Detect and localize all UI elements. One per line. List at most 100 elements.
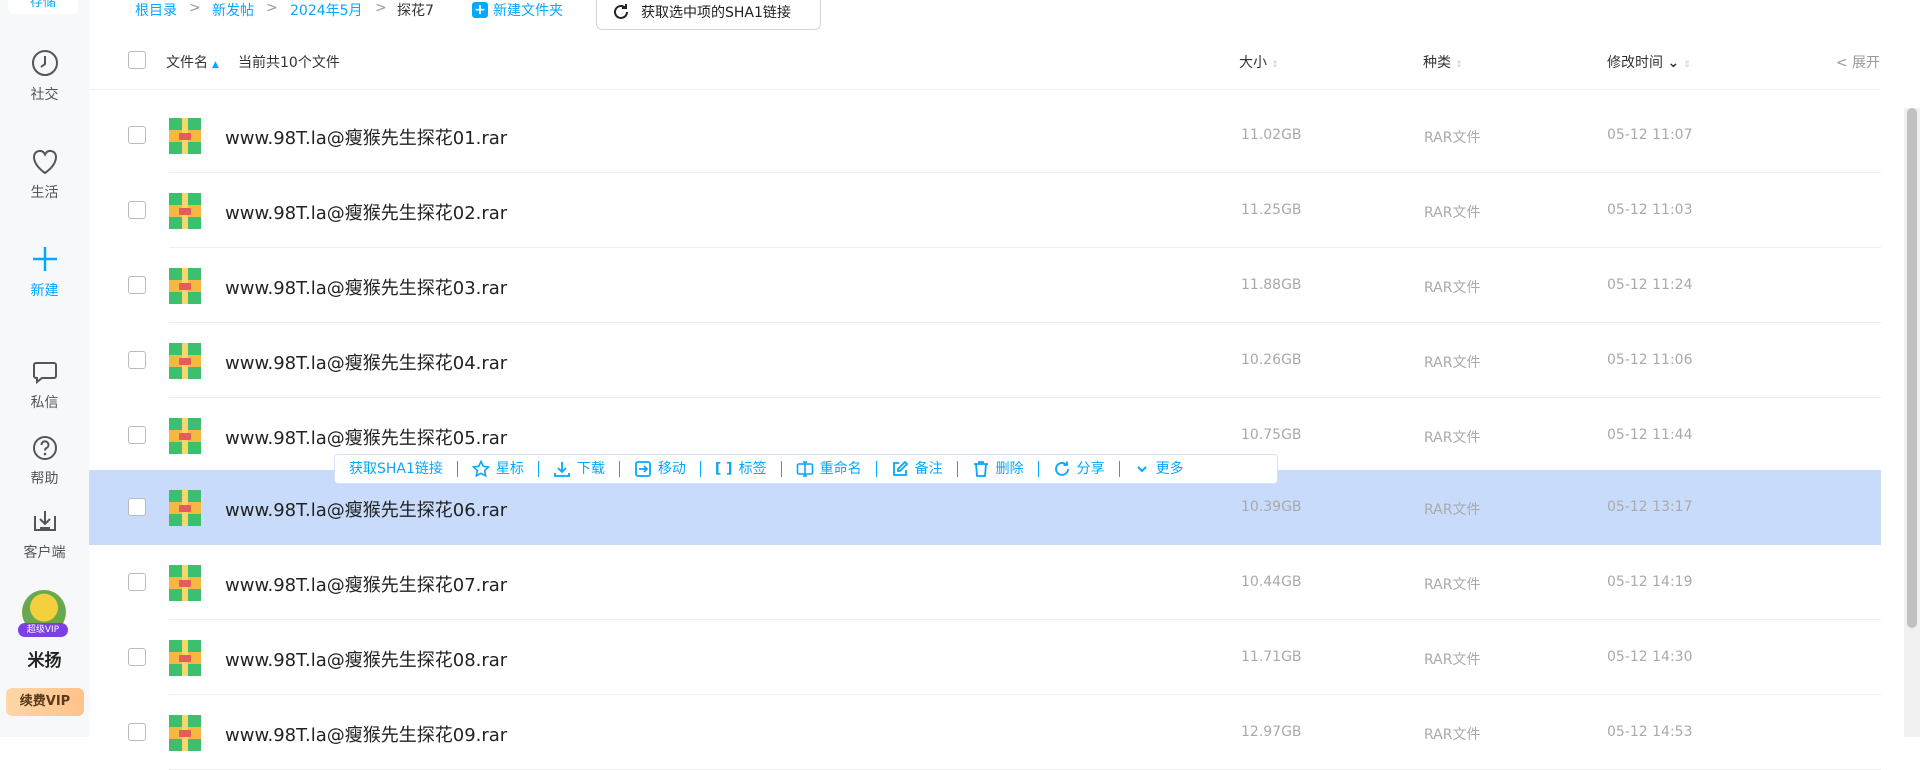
- sidebar-item-messages[interactable]: 私信: [0, 358, 89, 412]
- sidebar-item-life[interactable]: 生活: [0, 146, 89, 202]
- file-mtime: 05-12 14:53: [1607, 724, 1693, 740]
- file-name[interactable]: www.98T.la@瘦猴先生探花04.rar: [225, 349, 507, 375]
- breadcrumb-root[interactable]: 根目录: [135, 0, 177, 20]
- file-name[interactable]: www.98T.la@瘦猴先生探花09.rar: [225, 721, 507, 747]
- action-share[interactable]: 分享: [1039, 461, 1120, 477]
- rar-file-icon: [169, 490, 201, 526]
- refresh-icon: [614, 4, 628, 19]
- action-label: 删除: [995, 461, 1024, 477]
- clock-icon: [31, 50, 58, 76]
- file-mtime: 05-12 13:17: [1607, 499, 1693, 515]
- action-download[interactable]: 下载: [539, 461, 620, 477]
- chevron-right-icon: >: [189, 0, 201, 16]
- file-row[interactable]: www.98T.la@瘦猴先生探花09.rar 12.97GB RAR文件 05-12…: [89, 695, 1881, 770]
- file-type: RAR文件: [1424, 355, 1481, 371]
- chevron-down-icon: [1136, 466, 1147, 473]
- file-name[interactable]: www.98T.la@瘦猴先生探花07.rar: [225, 571, 507, 597]
- breadcrumb-item[interactable]: 新发帖: [212, 0, 254, 20]
- file-row[interactable]: www.98T.la@瘦猴先生探花07.rar 10.44GB RAR文件 05-12…: [89, 545, 1881, 620]
- action-label: 备注: [914, 461, 943, 477]
- file-type: RAR文件: [1424, 430, 1481, 446]
- file-type: RAR文件: [1424, 130, 1481, 146]
- row-checkbox[interactable]: [128, 201, 146, 219]
- sort-icon: ⇕: [1683, 60, 1691, 70]
- file-name[interactable]: www.98T.la@瘦猴先生探花06.rar: [225, 496, 507, 522]
- header-size-label: 大小: [1239, 55, 1267, 71]
- expand-button[interactable]: < 展开: [1836, 52, 1880, 72]
- file-type: RAR文件: [1424, 577, 1481, 593]
- file-name[interactable]: www.98T.la@瘦猴先生探花08.rar: [225, 646, 507, 672]
- header-size[interactable]: 大小 ⇕: [1239, 52, 1279, 72]
- file-row[interactable]: www.98T.la@瘦猴先生探花04.rar 10.26GB RAR文件 05-12…: [89, 323, 1881, 398]
- file-mtime: 05-12 11:44: [1607, 427, 1693, 443]
- sidebar-item-social[interactable]: 社交: [0, 48, 89, 104]
- action-label: 标签: [738, 461, 767, 477]
- action-delete[interactable]: 删除: [958, 461, 1039, 477]
- renew-vip-button[interactable]: 续费VIP: [6, 688, 84, 716]
- row-checkbox[interactable]: [128, 426, 146, 444]
- file-size: 11.02GB: [1241, 127, 1302, 143]
- file-mtime: 05-12 11:07: [1607, 127, 1693, 143]
- select-all-checkbox[interactable]: [128, 51, 146, 69]
- action-star[interactable]: 星标: [458, 460, 539, 478]
- sidebar-item-label: 新建: [30, 283, 59, 299]
- action-tag[interactable]: [ ] 标签: [701, 461, 782, 477]
- rar-file-icon: [169, 418, 201, 454]
- row-checkbox[interactable]: [128, 351, 146, 369]
- new-folder-button[interactable]: + 新建文件夹: [472, 0, 563, 20]
- file-row[interactable]: www.98T.la@瘦猴先生探花08.rar 11.71GB RAR文件 05-12…: [89, 620, 1881, 695]
- file-size: 10.44GB: [1241, 574, 1302, 590]
- header-type-label: 种类: [1423, 55, 1451, 71]
- scrollbar[interactable]: [1904, 108, 1920, 737]
- row-checkbox[interactable]: [128, 723, 146, 741]
- file-name[interactable]: www.98T.la@瘦猴先生探花02.rar: [225, 199, 507, 225]
- sidebar-item-client[interactable]: 客户端: [0, 508, 89, 562]
- file-name[interactable]: www.98T.la@瘦猴先生探花01.rar: [225, 124, 507, 150]
- action-label: 更多: [1155, 461, 1184, 477]
- rar-file-icon: [169, 565, 201, 601]
- breadcrumb-item[interactable]: 2024年5月: [290, 0, 363, 20]
- topbar: 根目录 > 新发帖 > 2024年5月 > 探花7 + 新建文件夹 获取选中项的…: [89, 0, 1920, 30]
- action-note[interactable]: 备注: [877, 460, 958, 477]
- row-checkbox[interactable]: [128, 276, 146, 294]
- action-more[interactable]: 更多: [1120, 461, 1198, 477]
- file-name[interactable]: www.98T.la@瘦猴先生探花03.rar: [225, 274, 507, 300]
- sidebar-storage-tab[interactable]: 存储: [8, 0, 78, 14]
- row-checkbox[interactable]: [128, 126, 146, 144]
- file-mtime: 05-12 14:30: [1607, 649, 1693, 665]
- file-type: RAR文件: [1424, 727, 1481, 743]
- action-get-sha1[interactable]: 获取SHA1链接: [335, 461, 458, 477]
- file-table-header: 文件名 ▲ 当前共10个文件 大小 ⇕ 种类 ⇕ 修改时间 ⌄ ⇕ < 展开: [89, 42, 1880, 90]
- row-checkbox[interactable]: [128, 648, 146, 666]
- header-mtime-label: 修改时间: [1607, 55, 1663, 71]
- star-icon: [471, 460, 490, 478]
- header-type[interactable]: 种类 ⇕: [1423, 52, 1463, 72]
- download-icon: [554, 462, 570, 477]
- file-size: 11.71GB: [1241, 649, 1302, 665]
- file-type: RAR文件: [1424, 502, 1481, 518]
- sort-icon: ⇕: [1455, 60, 1463, 70]
- sidebar: 存储 社交 生活 新建 私信 帮助 客户端 超级VIP 米扬 续费VIP: [0, 0, 89, 737]
- edit-icon: [892, 460, 908, 476]
- sidebar-item-help[interactable]: 帮助: [0, 434, 89, 488]
- row-checkbox[interactable]: [128, 573, 146, 591]
- file-row[interactable]: www.98T.la@瘦猴先生探花02.rar 11.25GB RAR文件 05-12…: [89, 173, 1881, 248]
- file-type: RAR文件: [1424, 280, 1481, 296]
- move-icon: [635, 461, 651, 477]
- file-row[interactable]: www.98T.la@瘦猴先生探花01.rar 11.02GB RAR文件 05-12…: [89, 98, 1881, 173]
- share-icon: [1054, 461, 1069, 476]
- action-label: 星标: [495, 461, 524, 477]
- header-name[interactable]: 文件名 ▲: [166, 52, 219, 72]
- scrollbar-thumb[interactable]: [1907, 108, 1917, 628]
- file-name[interactable]: www.98T.la@瘦猴先生探花05.rar: [225, 424, 507, 450]
- vip-badge: 超级VIP: [18, 623, 68, 637]
- sidebar-item-new[interactable]: 新建: [0, 244, 89, 300]
- help-icon: [32, 436, 57, 460]
- action-label: 分享: [1076, 461, 1105, 477]
- file-row[interactable]: www.98T.la@瘦猴先生探花03.rar 11.88GB RAR文件 05-12…: [89, 248, 1881, 323]
- header-mtime[interactable]: 修改时间 ⌄ ⇕: [1607, 52, 1691, 72]
- row-checkbox[interactable]: [128, 498, 146, 516]
- action-rename[interactable]: 重命名: [782, 461, 877, 477]
- get-sha1-selected-button[interactable]: 获取选中项的SHA1链接: [596, 0, 821, 30]
- action-move[interactable]: 移动: [620, 461, 701, 477]
